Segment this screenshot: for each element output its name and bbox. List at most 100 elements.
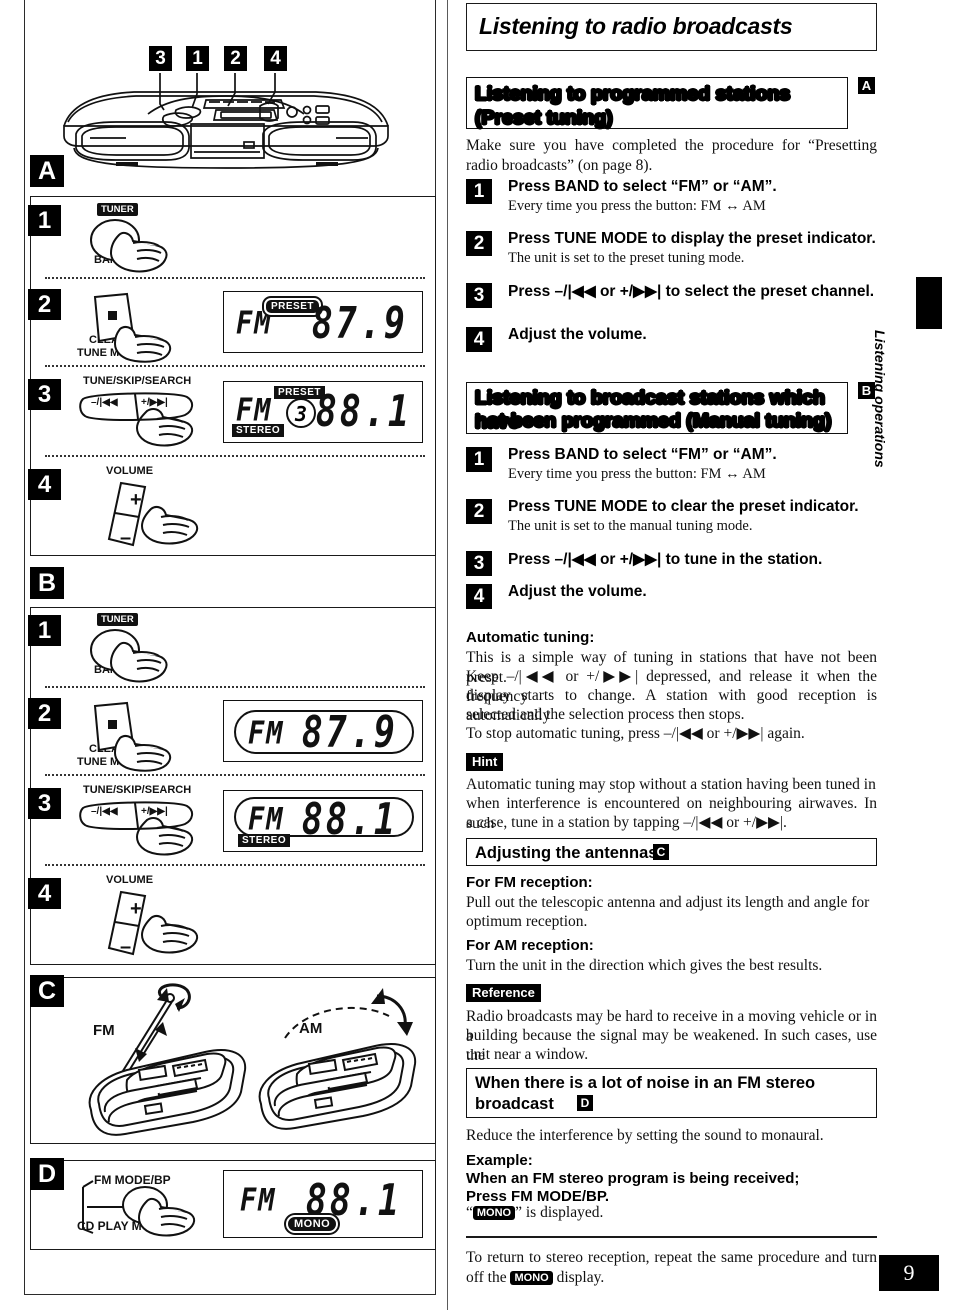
hint-line-1: Automatic tuning may stop without a stat… [466, 776, 876, 793]
am-reception-body: Turn the unit in the direction which giv… [466, 957, 823, 974]
panel-b-step-2-number: 2 [28, 698, 61, 729]
fm-reception-line-2: optimum reception. [466, 913, 588, 930]
step-b-4-number: 4 [466, 584, 492, 609]
panel-a-lcd-step3: FM PRESET 3 STEREO 88.1 [223, 381, 423, 443]
step-a-2-title: Press TUNE MODE to display the preset in… [508, 230, 876, 247]
example-line-3: “MONO” is displayed. [466, 1203, 877, 1223]
fm-antenna-illustration [88, 983, 247, 1136]
lcd-d-mono-tag: MONO [286, 1215, 339, 1233]
reference-line-3: unit near a window. [466, 1046, 589, 1063]
panel-a-sep-3 [45, 455, 425, 457]
section-b-heading-box: Listening to broadcast stations which ha… [466, 382, 848, 434]
step-a-1-sub: Every time you press the button: FM ↔ AM [508, 198, 766, 214]
lcd-b3-frequency: 88.1 [301, 795, 398, 845]
lcd-a3-frequency: 88.1 [315, 387, 412, 437]
antennas-heading-box: Adjusting the antennas C [466, 838, 877, 866]
tune-mode-button-art [93, 292, 172, 363]
panel-b-step-4-number: 4 [28, 878, 61, 909]
panel-b-lcd-step2: FM 87.9 [223, 700, 423, 762]
column-divider [447, 0, 448, 1310]
callout-1: 1 [186, 46, 209, 71]
panel-a-lcd-step2: FM PRESET 87.9 [223, 291, 423, 353]
section-b-heading-line2: not been programmed (Manual tuning) [475, 410, 832, 433]
volume-rocker-art-b [107, 890, 199, 956]
volume-button-label: VOLUME [106, 465, 154, 477]
panel-a-step-2-number: 2 [28, 289, 61, 320]
mono-chip-footer: MONO [510, 1271, 553, 1285]
step-a-3-number: 3 [466, 283, 492, 308]
footer-note: To return to stereo reception, repeat th… [466, 1248, 877, 1288]
example-quote-close: ” is displayed. [515, 1204, 604, 1221]
panel-a-sep-1 [45, 277, 425, 279]
step-b-2-number: 2 [466, 499, 492, 524]
antennas-letter-badge: C [653, 844, 669, 860]
hint-line-3: a case, tune in a station by tapping –/|… [466, 814, 787, 831]
callout-3: 3 [149, 46, 172, 71]
panel-a-step-1-number: 1 [28, 205, 61, 236]
automatic-tuning-line-4: selected and the selection process then … [466, 706, 745, 723]
fm-noise-heading-line2: broadcast [475, 1095, 554, 1113]
panel-letter-b: B [30, 567, 64, 599]
mono-chip-example: MONO [472, 1206, 516, 1220]
tuner-band-button-art [90, 219, 168, 273]
tune-skip-button-art-b [79, 801, 194, 856]
lcd-a3-band: FM [236, 392, 273, 429]
step-a-1-title: Press BAND to select “FM” or “AM”. [508, 178, 777, 195]
step-b-2-title: Press TUNE MODE to clear the preset indi… [508, 498, 859, 515]
section-a-heading-box: Listening to programmed stations (Preset… [466, 77, 848, 129]
panel-a-step-4-number: 4 [28, 469, 61, 500]
fm-noise-heading-box: When there is a lot of noise in an FM st… [466, 1068, 877, 1118]
step-a-2-number: 2 [466, 231, 492, 256]
panel-b-lcd-step3: FM 88.1 STEREO [223, 790, 423, 852]
section-a-heading: Listening to programmed stations (Preset… [475, 83, 791, 130]
tune-skip-search-label-b: TUNE/SKIP/SEARCH [83, 784, 192, 796]
panel-a-step-3-number: 3 [28, 379, 61, 410]
fm-noise-body: Reduce the interference by setting the s… [466, 1127, 824, 1144]
callout-4: 4 [264, 46, 287, 71]
lcd-b3-stereo-tag: STEREO [238, 834, 291, 847]
panel-b: 1 TUNER BAND 2 CLEAR TUNE MODE [28, 607, 436, 965]
edge-tab-marker [916, 277, 942, 329]
step-a-4-title: Adjust the volume. [508, 326, 647, 343]
top-unit-illustration: 3 1 2 4 [16, 36, 436, 171]
panel-d-lcd: FM 88.1 MONO [223, 1170, 423, 1238]
lcd-b2-band: FM [248, 715, 285, 752]
illustration-column: 3 1 2 4 A 1 TUNER 2 TUNE MODE FM PRESET … [16, 0, 440, 1310]
page-number: 9 [879, 1255, 939, 1291]
am-rotation-illustration [258, 988, 417, 1130]
section-a-intro: Make sure you have completed the procedu… [466, 137, 877, 174]
step-b-3-number: 3 [466, 551, 492, 576]
panel-a-sep-2 [45, 365, 425, 367]
lcd-d-band: FM [240, 1182, 277, 1219]
tune-mode-button-art-b [93, 701, 172, 772]
step-a-1-number: 1 [466, 179, 492, 204]
example-line-1: When an FM stereo program is being recei… [466, 1170, 800, 1187]
reference-tag-wrap: Reference [466, 984, 541, 1002]
page-title-box: Listening to radio broadcasts [466, 3, 877, 51]
lcd-b2-frequency: 87.9 [301, 708, 398, 758]
panel-letter-d: D [30, 1158, 64, 1190]
lcd-a2-frequency: 87.9 [311, 299, 408, 349]
callout-2: 2 [224, 46, 247, 71]
lcd-a3-preset-channel: 3 [286, 398, 316, 428]
step-a-3-title: Press –/|◀◀ or +/▶▶| to select the prese… [508, 283, 875, 300]
tuner-band-button-art-b [90, 629, 168, 683]
footer-divider [466, 1236, 877, 1238]
panel-a: 1 TUNER BAND 2 CLEAR TUNE MODE [28, 196, 436, 556]
am-reception-heading: For AM reception: [466, 937, 594, 954]
panel-letter-a: A [30, 155, 64, 187]
panel-b-step-3-number: 3 [28, 788, 61, 819]
step-a-2-sub: The unit is set to the preset tuning mod… [508, 250, 745, 266]
example-label: Example: [466, 1152, 533, 1169]
example-quote-open: “ [466, 1204, 473, 1221]
step-b-1-sub: Every time you press the button: FM ↔ AM [508, 466, 766, 482]
step-b-1-title: Press BAND to select “FM” or “AM”. [508, 446, 777, 463]
panel-d: FM MODE/BP CD PLAY MODE FM 88.1 MONO [30, 1160, 436, 1250]
panel-b-sep-3 [45, 864, 425, 866]
fm-noise-letter-badge: D [577, 1095, 593, 1111]
fm-noise-heading-line1: When there is a lot of noise in an FM st… [475, 1074, 816, 1092]
manual-page: 3 1 2 4 A 1 TUNER 2 TUNE MODE FM PRESET … [0, 0, 954, 1310]
hint-tag-wrap: Hint [466, 753, 504, 771]
edge-tab-label: Listening operations [872, 330, 888, 468]
fm-reception-line-1: Pull out the telescopic antenna and adju… [466, 894, 870, 911]
